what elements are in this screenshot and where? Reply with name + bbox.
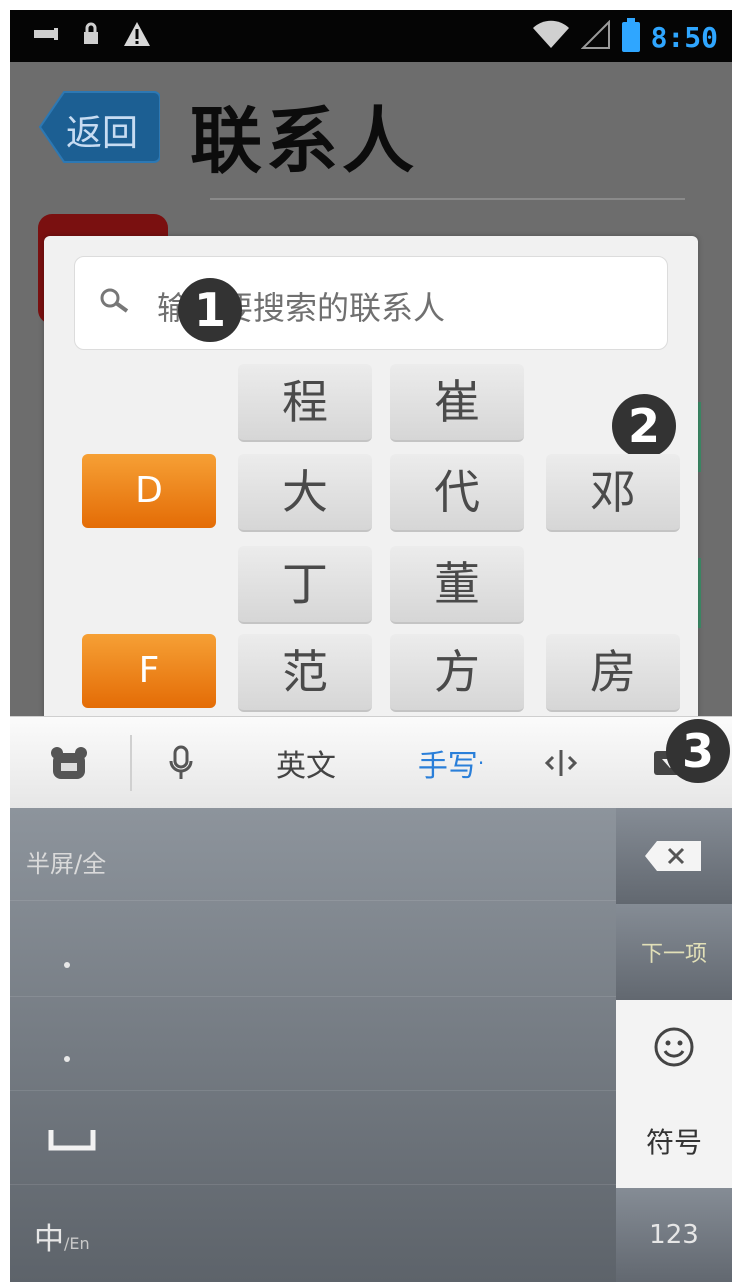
next-key-label: 下一项 bbox=[640, 942, 707, 967]
letter-index-f[interactable]: F bbox=[82, 634, 216, 708]
phone-screen: 8:50 返回 联系人 输入要搜索的联系人 1 2 程 崔 D 大 代 邓 丁 … bbox=[10, 10, 732, 1282]
handwriting-mode-marker: · bbox=[477, 751, 485, 775]
letter-index-d[interactable]: D bbox=[82, 454, 216, 528]
search-input[interactable]: 输入要搜索的联系人 bbox=[74, 256, 668, 350]
numeric-key-label: 123 bbox=[649, 1220, 699, 1250]
contact-index-key[interactable]: 程 bbox=[238, 364, 372, 442]
app-header: 返回 联系人 bbox=[10, 62, 732, 202]
language-switch-key[interactable]: 中/En bbox=[34, 1214, 90, 1258]
contact-index-key[interactable]: 方 bbox=[390, 634, 524, 712]
backspace-icon bbox=[645, 841, 701, 871]
back-button-label: 返回 bbox=[66, 113, 139, 154]
lock-icon bbox=[82, 22, 100, 50]
contact-index-key[interactable]: 董 bbox=[390, 546, 524, 624]
status-bar: 8:50 bbox=[10, 10, 732, 62]
next-key[interactable]: 下一项 bbox=[616, 904, 732, 1001]
screen-mode-toggle[interactable]: 半屏/全 bbox=[26, 844, 106, 879]
ime-toolbar: 英文 手写 · 3 bbox=[10, 716, 732, 810]
contact-search-popup: 输入要搜索的联系人 1 2 程 崔 D 大 代 邓 丁 董 F 范 方 房 bbox=[44, 236, 698, 736]
smiley-icon bbox=[654, 1027, 694, 1067]
english-mode-button[interactable]: 英文 bbox=[256, 717, 356, 809]
status-left bbox=[32, 20, 152, 52]
list-edge-accent bbox=[698, 558, 701, 628]
status-time: 8:50 bbox=[650, 20, 718, 54]
warning-icon bbox=[122, 20, 152, 52]
mic-icon[interactable] bbox=[146, 717, 216, 809]
symbol-key-label: 符号 bbox=[645, 1126, 702, 1159]
callout-badge-3: 3 bbox=[666, 719, 730, 783]
language-label: 中 bbox=[34, 1222, 64, 1257]
contact-index-key[interactable]: 崔 bbox=[390, 364, 524, 442]
status-right: 8:50 bbox=[531, 18, 718, 56]
row-divider bbox=[10, 1090, 616, 1091]
toolbar-separator bbox=[130, 735, 132, 791]
contact-index-key[interactable]: 大 bbox=[238, 454, 372, 532]
numeric-key[interactable]: 123 bbox=[616, 1188, 732, 1282]
handwriting-area[interactable]: 半屏/全 中/En bbox=[10, 808, 616, 1282]
row-divider bbox=[10, 1184, 616, 1185]
title-divider bbox=[210, 198, 685, 200]
contact-index-key[interactable]: 代 bbox=[390, 454, 524, 532]
battery-icon bbox=[621, 18, 641, 56]
pet-icon[interactable] bbox=[34, 717, 104, 809]
period-key[interactable] bbox=[64, 962, 70, 968]
list-edge-accent bbox=[698, 402, 701, 472]
row-divider bbox=[10, 996, 616, 997]
english-mode-label: 英文 bbox=[276, 749, 336, 784]
contact-index-key[interactable]: 房 bbox=[546, 634, 680, 712]
contact-index-key[interactable]: 邓 bbox=[546, 454, 680, 532]
wifi-icon bbox=[531, 20, 571, 54]
cursor-icon[interactable] bbox=[526, 717, 596, 809]
keyboard-side-column: 下一项 符号 123 bbox=[616, 808, 732, 1282]
search-icon bbox=[99, 287, 131, 319]
usb-icon bbox=[32, 24, 60, 48]
signal-icon bbox=[580, 19, 611, 54]
emoji-key[interactable] bbox=[616, 1000, 732, 1095]
contact-index-key[interactable]: 丁 bbox=[238, 546, 372, 624]
comma-key[interactable] bbox=[64, 1056, 70, 1062]
page-title: 联系人 bbox=[190, 99, 419, 183]
row-divider bbox=[10, 900, 616, 901]
language-sub-label: /En bbox=[64, 1234, 90, 1253]
handwriting-mode-button[interactable]: 手写 · bbox=[396, 717, 506, 809]
handwriting-mode-label: 手写 bbox=[417, 749, 478, 784]
contact-index-key[interactable]: 范 bbox=[238, 634, 372, 712]
callout-badge-1: 1 bbox=[178, 278, 242, 342]
space-icon[interactable] bbox=[48, 1126, 96, 1156]
callout-badge-2: 2 bbox=[612, 394, 676, 458]
symbol-key[interactable]: 符号 bbox=[616, 1094, 732, 1189]
backspace-key[interactable] bbox=[616, 808, 732, 905]
